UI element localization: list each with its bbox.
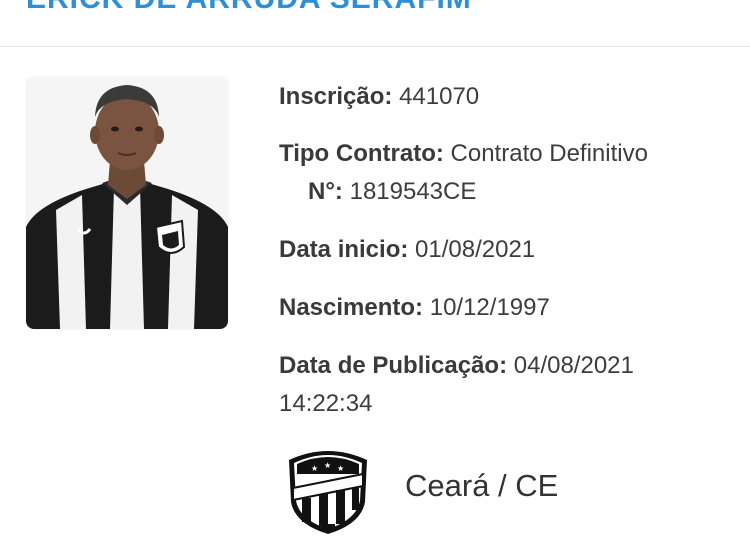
svg-text:★: ★ xyxy=(324,461,331,470)
club-info: ★ ★ ★ Ceará / CE xyxy=(285,444,685,536)
publicacao-label: Data de Publicação: xyxy=(279,352,508,379)
svg-text:★: ★ xyxy=(337,464,344,473)
data-inicio-value: 01/08/2021 xyxy=(415,236,536,263)
club-name: Ceará / CE xyxy=(405,468,559,503)
inscricao-label: Inscrição: xyxy=(279,83,393,110)
numero-value: 1819543CE xyxy=(349,178,477,205)
numero-row: N°: 1819543CE xyxy=(308,173,476,211)
nascimento-label: Nascimento: xyxy=(279,294,424,321)
club-crest-icon: ★ ★ ★ xyxy=(289,451,367,534)
publicacao-row: Data de Publicação: 04/08/2021 14:22:34 xyxy=(279,347,699,423)
data-inicio-row: Data inicio: 01/08/2021 xyxy=(279,231,535,269)
player-photo-image xyxy=(26,77,228,329)
player-photo xyxy=(26,77,228,329)
svg-text:★: ★ xyxy=(311,464,318,473)
inscricao-row: Inscrição: 441070 xyxy=(279,78,479,116)
nascimento-row: Nascimento: 10/12/1997 xyxy=(279,289,550,327)
nascimento-value: 10/12/1997 xyxy=(429,294,550,321)
numero-label: N°: xyxy=(308,178,343,205)
tipo-contrato-value: Contrato Definitivo xyxy=(450,140,648,167)
tipo-contrato-label: Tipo Contrato: xyxy=(279,140,444,167)
page-header: ERICK DE ARRUDA SERAFIM xyxy=(0,0,750,47)
inscricao-value: 441070 xyxy=(399,83,480,110)
data-inicio-label: Data inicio: xyxy=(279,236,409,263)
tipo-contrato-row: Tipo Contrato: Contrato Definitivo xyxy=(279,135,648,173)
page-title: ERICK DE ARRUDA SERAFIM xyxy=(26,0,472,16)
